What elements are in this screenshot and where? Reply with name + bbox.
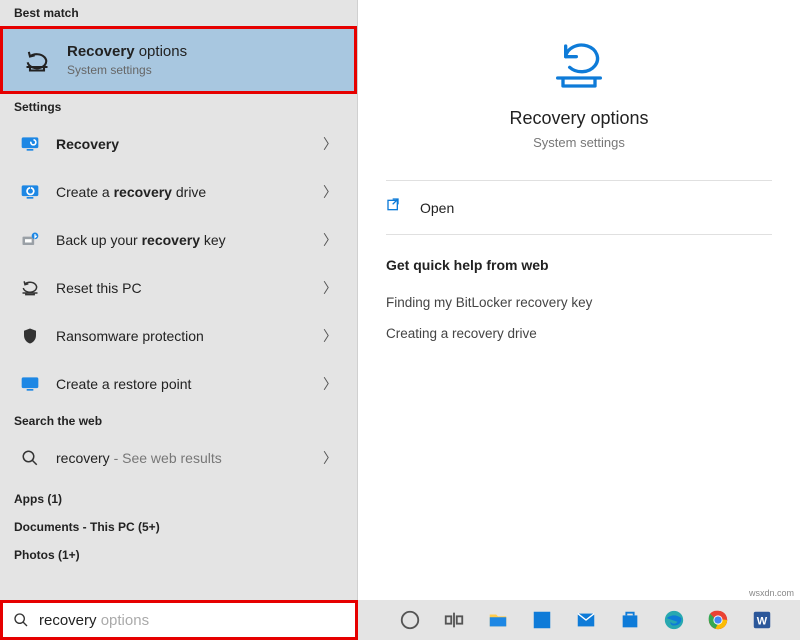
key-backup-icon — [14, 224, 46, 256]
photos-count[interactable]: Photos (1+) — [0, 538, 357, 566]
result-recovery[interactable]: Recovery 〉 — [0, 120, 357, 168]
chrome-icon[interactable] — [696, 600, 740, 640]
chevron-right-icon: 〉 — [317, 326, 343, 346]
preview-subtitle: System settings — [533, 135, 625, 150]
result-title: Back up your recovery key — [56, 232, 317, 249]
edge-icon[interactable] — [652, 600, 696, 640]
reset-pc-icon — [14, 272, 46, 304]
best-match-subtitle: System settings — [67, 63, 340, 77]
result-ransomware[interactable]: Ransomware protection 〉 — [0, 312, 357, 360]
task-view-icon[interactable] — [432, 600, 476, 640]
search-input-text: recovery options — [39, 612, 149, 629]
quick-link-recovery-drive[interactable]: Creating a recovery drive — [386, 318, 772, 349]
mail-icon[interactable] — [564, 600, 608, 640]
documents-count[interactable]: Documents - This PC (5+) — [0, 510, 357, 538]
preview-pane: Recovery options System settings Open Ge… — [358, 0, 800, 600]
search-icon — [13, 612, 29, 628]
recovery-drive-icon — [14, 176, 46, 208]
quick-link-bitlocker[interactable]: Finding my BitLocker recovery key — [386, 287, 772, 318]
taskbar-search-box[interactable]: recovery options — [0, 600, 358, 640]
chevron-right-icon: 〉 — [317, 374, 343, 394]
result-title: Create a restore point — [56, 376, 317, 393]
recovery-icon — [14, 128, 46, 160]
result-title: Recovery — [56, 136, 317, 153]
cortana-icon[interactable] — [388, 600, 432, 640]
result-title: Create a recovery drive — [56, 184, 317, 201]
result-backup-key[interactable]: Back up your recovery key 〉 — [0, 216, 357, 264]
watermark: wsxdn.com — [749, 588, 794, 598]
apps-count[interactable]: Apps (1) — [0, 482, 357, 510]
taskbar: recovery options W — [0, 600, 800, 640]
best-match-title: Recovery options — [67, 43, 340, 61]
svg-text:W: W — [757, 616, 768, 628]
result-title: Ransomware protection — [56, 328, 317, 345]
search-icon — [14, 442, 46, 474]
chevron-right-icon: 〉 — [317, 448, 343, 468]
section-best-match: Best match — [0, 0, 357, 26]
search-results-pane: Best match Recovery options System setti… — [0, 0, 358, 600]
divider — [386, 234, 772, 235]
web-search-result[interactable]: recovery - See web results 〉 — [0, 434, 357, 482]
section-search-web: Search the web — [0, 408, 357, 434]
chevron-right-icon: 〉 — [317, 182, 343, 202]
recovery-options-icon — [17, 44, 57, 76]
result-recovery-drive[interactable]: Create a recovery drive 〉 — [0, 168, 357, 216]
app-icon-1[interactable] — [520, 600, 564, 640]
section-settings: Settings — [0, 94, 357, 120]
word-icon[interactable]: W — [740, 600, 784, 640]
store-icon[interactable] — [608, 600, 652, 640]
chevron-right-icon: 〉 — [317, 278, 343, 298]
open-label: Open — [420, 200, 454, 216]
shield-icon — [14, 320, 46, 352]
chevron-right-icon: 〉 — [317, 134, 343, 154]
chevron-right-icon: 〉 — [317, 230, 343, 250]
open-icon — [386, 197, 406, 218]
result-title: Reset this PC — [56, 280, 317, 297]
best-match-result[interactable]: Recovery options System settings — [0, 26, 357, 94]
file-explorer-icon[interactable] — [476, 600, 520, 640]
result-restore-point[interactable]: Create a restore point 〉 — [0, 360, 357, 408]
open-action[interactable]: Open — [386, 185, 772, 230]
restore-point-icon — [14, 368, 46, 400]
preview-title: Recovery options — [509, 108, 648, 129]
preview-hero-icon — [547, 30, 611, 94]
result-title: recovery - See web results — [56, 450, 317, 467]
result-reset-pc[interactable]: Reset this PC 〉 — [0, 264, 357, 312]
divider — [386, 180, 772, 181]
quick-help-title: Get quick help from web — [386, 257, 772, 273]
